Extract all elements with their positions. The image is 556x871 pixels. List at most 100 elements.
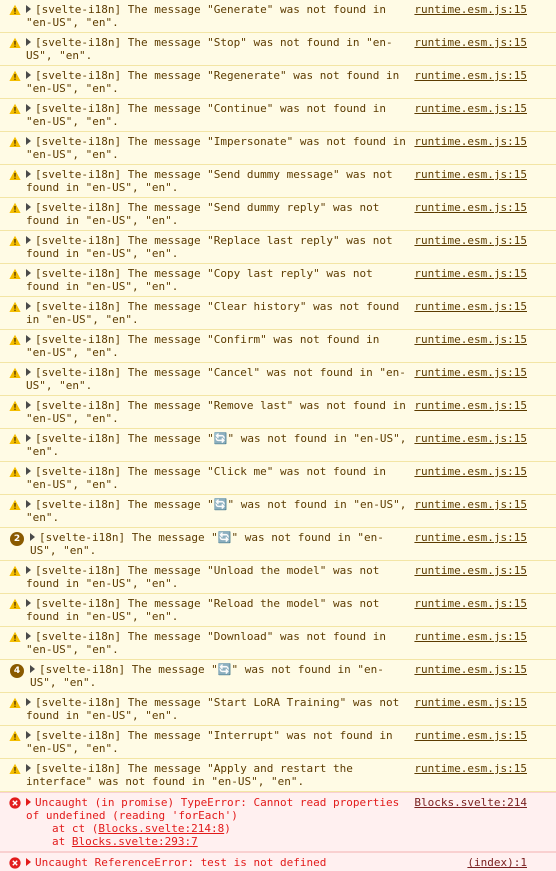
source-link[interactable]: runtime.esm.js:15 xyxy=(414,36,527,49)
expand-triangle-icon[interactable] xyxy=(26,798,31,806)
source-link[interactable]: runtime.esm.js:15 xyxy=(414,729,527,742)
expand-triangle-icon[interactable] xyxy=(26,38,31,46)
message-text: [svelte-i18n] The message "Impersonate" … xyxy=(26,135,413,161)
source-link[interactable]: runtime.esm.js:15 xyxy=(414,267,527,280)
expand-triangle-icon[interactable] xyxy=(26,170,31,178)
source-link[interactable]: runtime.esm.js:15 xyxy=(414,663,527,676)
expand-triangle-icon[interactable] xyxy=(30,665,35,673)
warning-triangle-icon xyxy=(9,169,21,180)
console-warning-row[interactable]: [svelte-i18n] The message "Copy last rep… xyxy=(0,264,556,297)
source-link[interactable]: runtime.esm.js:15 xyxy=(414,531,527,544)
stack-frame-link[interactable]: Blocks.svelte:214:8 xyxy=(98,822,224,835)
source-link[interactable]: runtime.esm.js:15 xyxy=(414,234,527,247)
source-link[interactable]: runtime.esm.js:15 xyxy=(414,102,527,115)
source-link[interactable]: runtime.esm.js:15 xyxy=(414,3,527,16)
source-link[interactable]: (index):1 xyxy=(467,856,527,869)
expand-triangle-icon[interactable] xyxy=(26,236,31,244)
console-message: [svelte-i18n] The message "Apply and res… xyxy=(26,762,408,788)
expand-triangle-icon[interactable] xyxy=(26,764,31,772)
warning-triangle-icon xyxy=(9,4,21,15)
source-link[interactable]: runtime.esm.js:15 xyxy=(414,564,527,577)
console-warning-row[interactable]: [svelte-i18n] The message "Generate" was… xyxy=(0,0,556,33)
expand-triangle-icon[interactable] xyxy=(26,104,31,112)
warning-triangle-icon xyxy=(9,202,21,213)
console-message: [svelte-i18n] The message "Continue" was… xyxy=(26,102,408,128)
source-link[interactable]: runtime.esm.js:15 xyxy=(414,300,527,313)
console-warning-row[interactable]: [svelte-i18n] The message "Clear history… xyxy=(0,297,556,330)
console-warning-row[interactable]: 4 [svelte-i18n] The message "🔄" was not f… xyxy=(0,660,556,693)
expand-triangle-icon[interactable] xyxy=(26,731,31,739)
expand-triangle-icon[interactable] xyxy=(26,269,31,277)
stack-frame-prefix: at xyxy=(52,835,72,848)
console-warning-row[interactable]: [svelte-i18n] The message "Continue" was… xyxy=(0,99,556,132)
console-warning-row[interactable]: [svelte-i18n] The message "Reload the mo… xyxy=(0,594,556,627)
source-link[interactable]: runtime.esm.js:15 xyxy=(414,168,527,181)
expand-triangle-icon[interactable] xyxy=(26,599,31,607)
expand-triangle-icon[interactable] xyxy=(26,71,31,79)
warning-triangle-icon xyxy=(9,763,21,774)
warning-triangle-icon xyxy=(9,433,21,444)
console-warning-row[interactable]: [svelte-i18n] The message "Confirm" was … xyxy=(0,330,556,363)
message-text: [svelte-i18n] The message "Remove last" … xyxy=(26,399,413,425)
expand-triangle-icon[interactable] xyxy=(26,401,31,409)
expand-triangle-icon[interactable] xyxy=(26,5,31,13)
console-warning-row[interactable]: [svelte-i18n] The message "Remove last" … xyxy=(0,396,556,429)
console-warning-row[interactable]: [svelte-i18n] The message "Replace last … xyxy=(0,231,556,264)
console-warning-row[interactable]: [svelte-i18n] The message "Impersonate" … xyxy=(0,132,556,165)
repeat-count-badge: 2 xyxy=(10,532,24,546)
console-warning-row[interactable]: [svelte-i18n] The message "Start LoRA Tr… xyxy=(0,693,556,726)
source-link[interactable]: runtime.esm.js:15 xyxy=(414,399,527,412)
source-link[interactable]: runtime.esm.js:15 xyxy=(414,201,527,214)
expand-triangle-icon[interactable] xyxy=(26,698,31,706)
expand-triangle-icon[interactable] xyxy=(26,500,31,508)
source-link[interactable]: runtime.esm.js:15 xyxy=(414,69,527,82)
console-warning-row[interactable]: [svelte-i18n] The message "Click me" was… xyxy=(0,462,556,495)
console-warning-row[interactable]: [svelte-i18n] The message "🔄" was not fo… xyxy=(0,429,556,462)
console-warning-row[interactable]: 2 [svelte-i18n] The message "🔄" was not f… xyxy=(0,528,556,561)
console-warning-row[interactable]: [svelte-i18n] The message "Send dummy me… xyxy=(0,165,556,198)
expand-triangle-icon[interactable] xyxy=(26,467,31,475)
expand-triangle-icon[interactable] xyxy=(26,302,31,310)
console-warning-row[interactable]: [svelte-i18n] The message "Download" was… xyxy=(0,627,556,660)
warning-triangle-icon xyxy=(9,499,21,510)
stack-frame: at Blocks.svelte:293:7 xyxy=(52,835,556,848)
expand-triangle-icon[interactable] xyxy=(26,858,31,866)
expand-triangle-icon[interactable] xyxy=(26,632,31,640)
devtools-console: [svelte-i18n] The message "Generate" was… xyxy=(0,0,556,871)
source-link[interactable]: runtime.esm.js:15 xyxy=(414,630,527,643)
source-link[interactable]: runtime.esm.js:15 xyxy=(414,696,527,709)
console-message: [svelte-i18n] The message "🔄" was not fo… xyxy=(26,498,408,524)
source-link[interactable]: runtime.esm.js:15 xyxy=(414,432,527,445)
warning-triangle-icon xyxy=(9,631,21,642)
console-warning-row[interactable]: [svelte-i18n] The message "🔄" was not fo… xyxy=(0,495,556,528)
source-link[interactable]: runtime.esm.js:15 xyxy=(414,498,527,511)
stack-frame-link[interactable]: Blocks.svelte:293:7 xyxy=(72,835,198,848)
console-warning-row[interactable]: [svelte-i18n] The message "Stop" was not… xyxy=(0,33,556,66)
expand-triangle-icon[interactable] xyxy=(26,335,31,343)
source-link[interactable]: runtime.esm.js:15 xyxy=(414,333,527,346)
source-link[interactable]: runtime.esm.js:15 xyxy=(414,762,527,775)
source-link[interactable]: runtime.esm.js:15 xyxy=(414,465,527,478)
expand-triangle-icon[interactable] xyxy=(26,203,31,211)
expand-triangle-icon[interactable] xyxy=(26,137,31,145)
console-warning-row[interactable]: [svelte-i18n] The message "Cancel" was n… xyxy=(0,363,556,396)
warning-triangle-icon xyxy=(9,136,21,147)
warning-triangle-icon xyxy=(9,37,21,48)
console-warning-row[interactable]: [svelte-i18n] The message "Unload the mo… xyxy=(0,561,556,594)
message-text: [svelte-i18n] The message "Stop" was not… xyxy=(26,36,393,62)
expand-triangle-icon[interactable] xyxy=(26,368,31,376)
source-link[interactable]: runtime.esm.js:15 xyxy=(414,135,527,148)
console-warning-row[interactable]: [svelte-i18n] The message "Interrupt" wa… xyxy=(0,726,556,759)
message-text: [svelte-i18n] The message "Start LoRA Tr… xyxy=(26,696,406,722)
console-warning-row[interactable]: [svelte-i18n] The message "Send dummy re… xyxy=(0,198,556,231)
console-warning-row[interactable]: [svelte-i18n] The message "Regenerate" w… xyxy=(0,66,556,99)
source-link[interactable]: Blocks.svelte:214 xyxy=(414,796,527,809)
expand-triangle-icon[interactable] xyxy=(30,533,35,541)
expand-triangle-icon[interactable] xyxy=(26,566,31,574)
console-error-row[interactable]: Uncaught (in promise) TypeError: Cannot … xyxy=(0,792,556,852)
source-link[interactable]: runtime.esm.js:15 xyxy=(414,597,527,610)
console-warning-row[interactable]: [svelte-i18n] The message "Apply and res… xyxy=(0,759,556,792)
expand-triangle-icon[interactable] xyxy=(26,434,31,442)
source-link[interactable]: runtime.esm.js:15 xyxy=(414,366,527,379)
console-error-row[interactable]: Uncaught ReferenceError: test is not def… xyxy=(0,852,556,871)
